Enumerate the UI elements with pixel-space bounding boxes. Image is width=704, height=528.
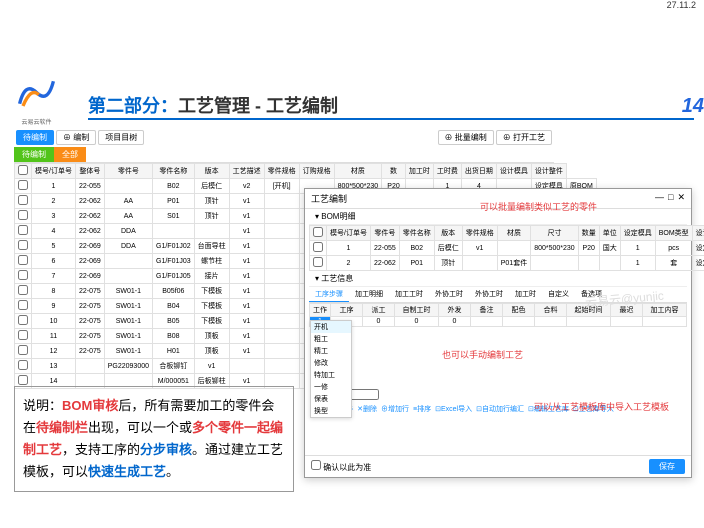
logo: 云易云软件 <box>14 70 59 115</box>
pending-button[interactable]: 待编制 <box>16 130 54 145</box>
compose-button[interactable]: ⊕ 编制 <box>56 130 96 145</box>
row-check[interactable] <box>18 240 28 250</box>
proc-input[interactable] <box>506 318 531 325</box>
tool-link[interactable]: ≡排序 <box>413 404 431 414</box>
col-header: 零件规格 <box>264 164 299 179</box>
tool-link[interactable]: ⊕增加行 <box>381 404 409 414</box>
dropdown-item[interactable]: 粗工 <box>311 333 351 345</box>
row-check[interactable] <box>18 345 28 355</box>
nav-tab[interactable]: 工序步骤 <box>309 287 349 302</box>
dropdown-item[interactable]: 精工 <box>311 345 351 357</box>
page-number: 14 <box>682 95 704 118</box>
row-check[interactable] <box>18 180 28 190</box>
main-toolbar: 待编制 ⊕ 编制 项目目树 ⊕ 批量编制 ⊕ 打开工艺 <box>14 128 554 147</box>
bom-table: 模号/订单号零件号零件名称版本零件规格材质尺寸数量单位设定模具BOM类型设计整件… <box>309 225 704 271</box>
annotation-3: 可以从工艺模板库中导入工艺模板 <box>534 400 669 413</box>
select-all-check[interactable] <box>18 165 28 175</box>
row-check[interactable] <box>18 195 28 205</box>
tool-link[interactable]: ⊡Excel导入 <box>435 404 472 414</box>
process-dialog: 工艺编制 — □ ✕ ▾ BOM明细 模号/订单号零件号零件名称版本零件规格材质… <box>304 188 692 478</box>
tool-link[interactable]: ⊡自动加行编汇 <box>476 404 524 414</box>
title-underline <box>88 118 694 120</box>
dropdown-item[interactable]: 保表 <box>311 393 351 405</box>
save-button[interactable]: 保存 <box>649 459 685 474</box>
nav-tab[interactable]: 加工明细 <box>349 287 389 302</box>
dropdown-item[interactable]: 开机 <box>311 321 351 333</box>
col-header: 整体号 <box>75 164 104 179</box>
col-header <box>15 164 32 179</box>
col-header: 工时费 <box>433 164 461 179</box>
proc-input[interactable] <box>398 318 435 325</box>
confirm-check[interactable]: 确认以此为准 <box>311 460 371 473</box>
version-label: 27.11.2 <box>667 0 696 10</box>
table-row[interactable]: 222-062P01顶针P01套件1套设定模具原BOM <box>310 256 704 271</box>
nav-tab[interactable]: 自定义 <box>542 287 575 302</box>
dropdown-item[interactable]: 一修 <box>311 381 351 393</box>
proc-input[interactable] <box>474 318 499 325</box>
nav-tab[interactable]: 外协工时 <box>429 287 469 302</box>
proc-input-table: 工作工序派工自制工时外发备注配色合料起始时间最迟加工内容 1 <box>309 303 687 327</box>
annotation-2: 也可以手动编制工艺 <box>442 348 523 361</box>
col-header: 零件号 <box>104 164 152 179</box>
col-header: 加工时 <box>405 164 433 179</box>
description-box: 说明：BOM审核后，所有需要加工的零件会在待编制栏出现，可以一个或多个零件一起编… <box>14 386 294 492</box>
col-header: 零件名称 <box>153 164 195 179</box>
row-check[interactable] <box>18 300 28 310</box>
col-header: 模号/订单号 <box>32 164 76 179</box>
nav-tab[interactable]: 外协工时 <box>469 287 509 302</box>
open-proc-button[interactable]: ⊕ 打开工艺 <box>496 130 552 145</box>
table-row[interactable]: 122-055B02后模仁v1800*500*230P20国大1pcs设定模具原… <box>310 241 704 256</box>
row-check[interactable] <box>18 255 28 265</box>
dropdown-item[interactable]: 特加工 <box>311 369 351 381</box>
proc-input[interactable] <box>614 318 639 325</box>
row-check[interactable] <box>18 315 28 325</box>
col-header: 设计整件 <box>531 164 566 179</box>
row-check[interactable] <box>18 330 28 340</box>
proc-input[interactable] <box>570 318 607 325</box>
batch-compose-button[interactable]: ⊕ 批量编制 <box>438 130 494 145</box>
row-check[interactable] <box>18 285 28 295</box>
proc-input[interactable] <box>646 318 683 325</box>
annotation-1: 可以批量编制类似工艺的零件 <box>480 200 597 213</box>
dropdown-item[interactable]: 换型 <box>311 405 351 417</box>
process-dropdown[interactable]: 开机粗工精工修改特加工一修保表换型 <box>310 320 352 418</box>
nav-tab[interactable]: 加工工时 <box>389 287 429 302</box>
nav-tab[interactable]: 加工时 <box>509 287 542 302</box>
title-part2: 工艺管理 - 工艺编制 <box>178 96 338 116</box>
proc-input[interactable] <box>538 318 563 325</box>
dropdown-item[interactable]: 修改 <box>311 357 351 369</box>
row-check[interactable] <box>18 225 28 235</box>
tab-row: 待编制 全部 <box>14 147 554 163</box>
maximize-icon[interactable]: □ <box>668 192 673 205</box>
tool-link[interactable]: ✕删除 <box>357 404 377 414</box>
tab-all[interactable]: 全部 <box>54 147 86 162</box>
row-check[interactable] <box>18 270 28 280</box>
row-check[interactable] <box>18 210 28 220</box>
proc-section-head[interactable]: ▾ 工艺信息 <box>309 271 687 287</box>
row-check[interactable] <box>18 360 28 370</box>
proc-input[interactable] <box>366 318 391 325</box>
col-header: 出货日期 <box>461 164 496 179</box>
minimize-icon[interactable]: — <box>655 192 664 205</box>
dialog-title: 工艺编制 <box>311 192 347 205</box>
close-icon[interactable]: ✕ <box>677 192 685 205</box>
col-header: 数 <box>382 164 406 179</box>
row-check[interactable] <box>18 375 28 385</box>
col-header: 设计模具 <box>496 164 531 179</box>
title-part1: 第二部分： <box>88 96 178 116</box>
proc-input[interactable] <box>442 318 467 325</box>
tab-pending[interactable]: 待编制 <box>14 147 54 162</box>
col-header: 工艺描述 <box>229 164 264 179</box>
col-header: 材质 <box>334 164 382 179</box>
proj-tree-button[interactable]: 项目目树 <box>98 130 144 145</box>
col-header: 订购规格 <box>299 164 334 179</box>
col-header: 版本 <box>194 164 229 179</box>
